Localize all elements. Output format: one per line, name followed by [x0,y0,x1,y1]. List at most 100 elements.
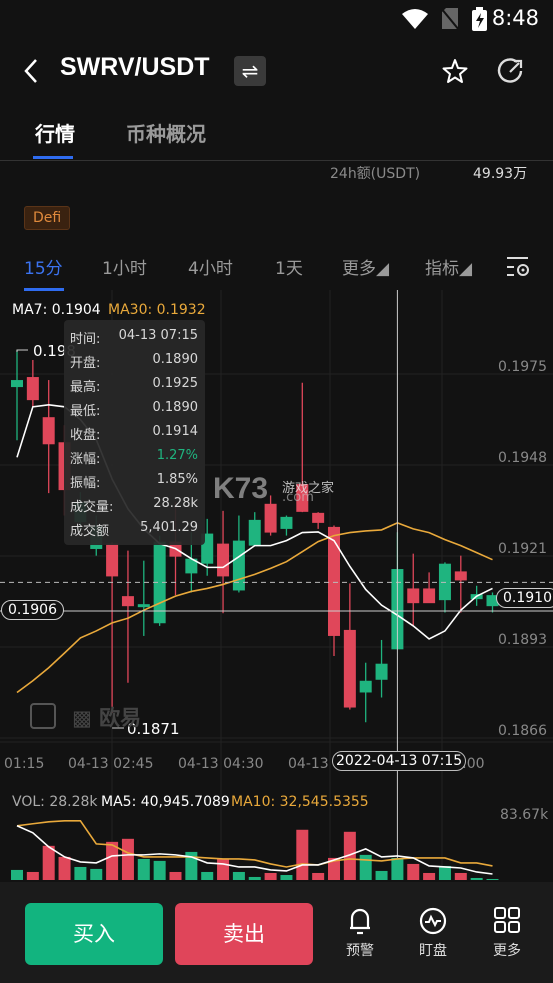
timeframe-more[interactable]: 更多◢ [342,254,389,279]
candle-body [454,571,467,581]
volume-bar [169,871,182,880]
tooltip-row: 最高: 0.1925 [70,376,198,396]
tooltip-value: 1.85% [156,472,198,487]
tab-underline [33,156,73,159]
chart-settings-icon[interactable] [506,256,530,278]
status-bar: 8:48 [0,0,553,36]
alert-button[interactable]: 预警 [335,906,385,960]
sell-button[interactable]: 卖出 [175,903,313,965]
tab-market[interactable]: 行情 [35,118,75,147]
category-tag[interactable]: Defi [24,206,71,230]
volume-bar [74,866,87,880]
site-watermark: K73 [213,472,269,505]
tooltip-key: 成交额 [70,524,110,539]
timeframe-15m[interactable]: 15分 [24,254,63,279]
last-price-label[interactable]: 0.1910 [496,588,553,608]
tooltip-value: 0.1914 [152,424,199,439]
tooltip-key: 时间: [70,332,101,347]
tooltip-key: 涨幅: [70,452,101,467]
tooltip-key: 开盘: [70,356,101,371]
grid-icon [494,907,520,933]
bell-icon [350,908,370,935]
volume-bar [296,829,309,880]
tooltip-key: 最低: [70,404,101,419]
candle-body [137,604,150,608]
tooltip-value: 04-13 07:15 [118,328,198,343]
candle-body [264,503,277,533]
ma30-label: MA30: 0.1932 [108,302,206,318]
tooltip-row: 振幅: 1.85% [70,472,198,492]
candle-body [121,596,134,607]
tooltip-value: 28.28k [153,496,198,511]
high-marker-line [16,349,28,352]
candle-body [375,663,388,680]
tooltip-value: 0.1890 [152,400,199,415]
watch-label: 盯盘 [419,943,447,959]
watch-button[interactable]: 盯盘 [408,906,458,960]
candle-body [42,417,55,445]
volume-bar [137,858,150,880]
indicators-menu[interactable]: 指标◢ [425,254,472,279]
volume-bar [11,869,23,880]
fullscreen-icon[interactable] [30,703,56,729]
candle-body [343,629,356,708]
tooltip-key: 成交量: [70,500,114,515]
star-icon[interactable] [442,58,468,84]
crosshair-price-label: 0.1906 [1,600,64,620]
volume-bar [375,870,388,880]
tooltip-key: 收盘: [70,428,101,443]
chevron-left-icon[interactable] [22,58,40,84]
volume-bar [391,857,404,880]
tooltip-row: 成交额 5,401.29 [70,520,198,540]
candle-body [106,543,119,577]
bottom-bar: 买入 卖出 预警 盯盘 更多 [0,882,553,983]
watermark-brand: 欧易 [99,706,142,730]
vol-label: VOL: 28.28k [12,794,98,810]
x-tick: 04-13 04:30 [178,756,264,772]
site-watermark-domain: .com [282,490,314,505]
volume-bar [201,871,214,880]
volume-bar [438,865,451,880]
stat-label: 24h额(USDT) [330,166,421,182]
tooltip-value: 1.27% [156,448,198,463]
candle-body [312,512,325,523]
volume-bar [58,856,71,880]
crosshair-time-label: 2022-04-13 07:15 [332,751,467,771]
tooltip-value: 5,401.29 [140,520,198,535]
candle-body [26,377,39,401]
candle-tooltip: 时间: 04-13 07:15 开盘: 0.1890 最高: 0.1925 最低: 0.189… [64,320,205,545]
candle-body [359,680,372,693]
tooltip-key: 最高: [70,380,101,395]
okx-watermark: ▩ 欧易 [72,706,142,730]
volume-bar [42,845,55,880]
header: SWRV/USDT [0,40,553,102]
pulse-icon [419,907,447,935]
stat-value: 49.93万 [473,166,528,182]
x-tick: 04-13 [288,756,329,772]
vol-max-label: 83.67k [500,807,549,823]
timeframe-1h[interactable]: 1小时 [102,254,147,279]
swap-arrows-icon[interactable]: ⇌ [234,56,266,86]
vol-ma10-line [16,819,493,868]
divider [0,160,553,161]
refresh-icon[interactable] [497,58,525,84]
pair-title[interactable]: SWRV/USDT [60,53,210,82]
clock: 8:48 [491,6,539,30]
buy-button[interactable]: 买入 [25,903,163,965]
alert-label: 预警 [346,943,374,959]
tooltip-row: 收盘: 0.1914 [70,424,198,444]
timeframe-4h[interactable]: 4小时 [188,254,233,279]
tooltip-row: 成交量: 28.28k [70,496,198,516]
timeframe-1d[interactable]: 1天 [275,254,303,279]
candle-body [217,543,230,577]
candle-body [438,563,451,601]
more-button[interactable]: 更多 [482,906,532,960]
volume-bar [248,876,261,880]
battery-charging-icon [472,7,487,31]
volume-bar [312,872,325,880]
tab-coin-overview[interactable]: 币种概况 [126,118,206,147]
y-tick: 0.1893 [498,632,547,648]
candle-body [407,588,420,604]
tooltip-row: 涨幅: 1.27% [70,448,198,468]
ma7-label: MA7: 0.1904 [12,302,101,318]
